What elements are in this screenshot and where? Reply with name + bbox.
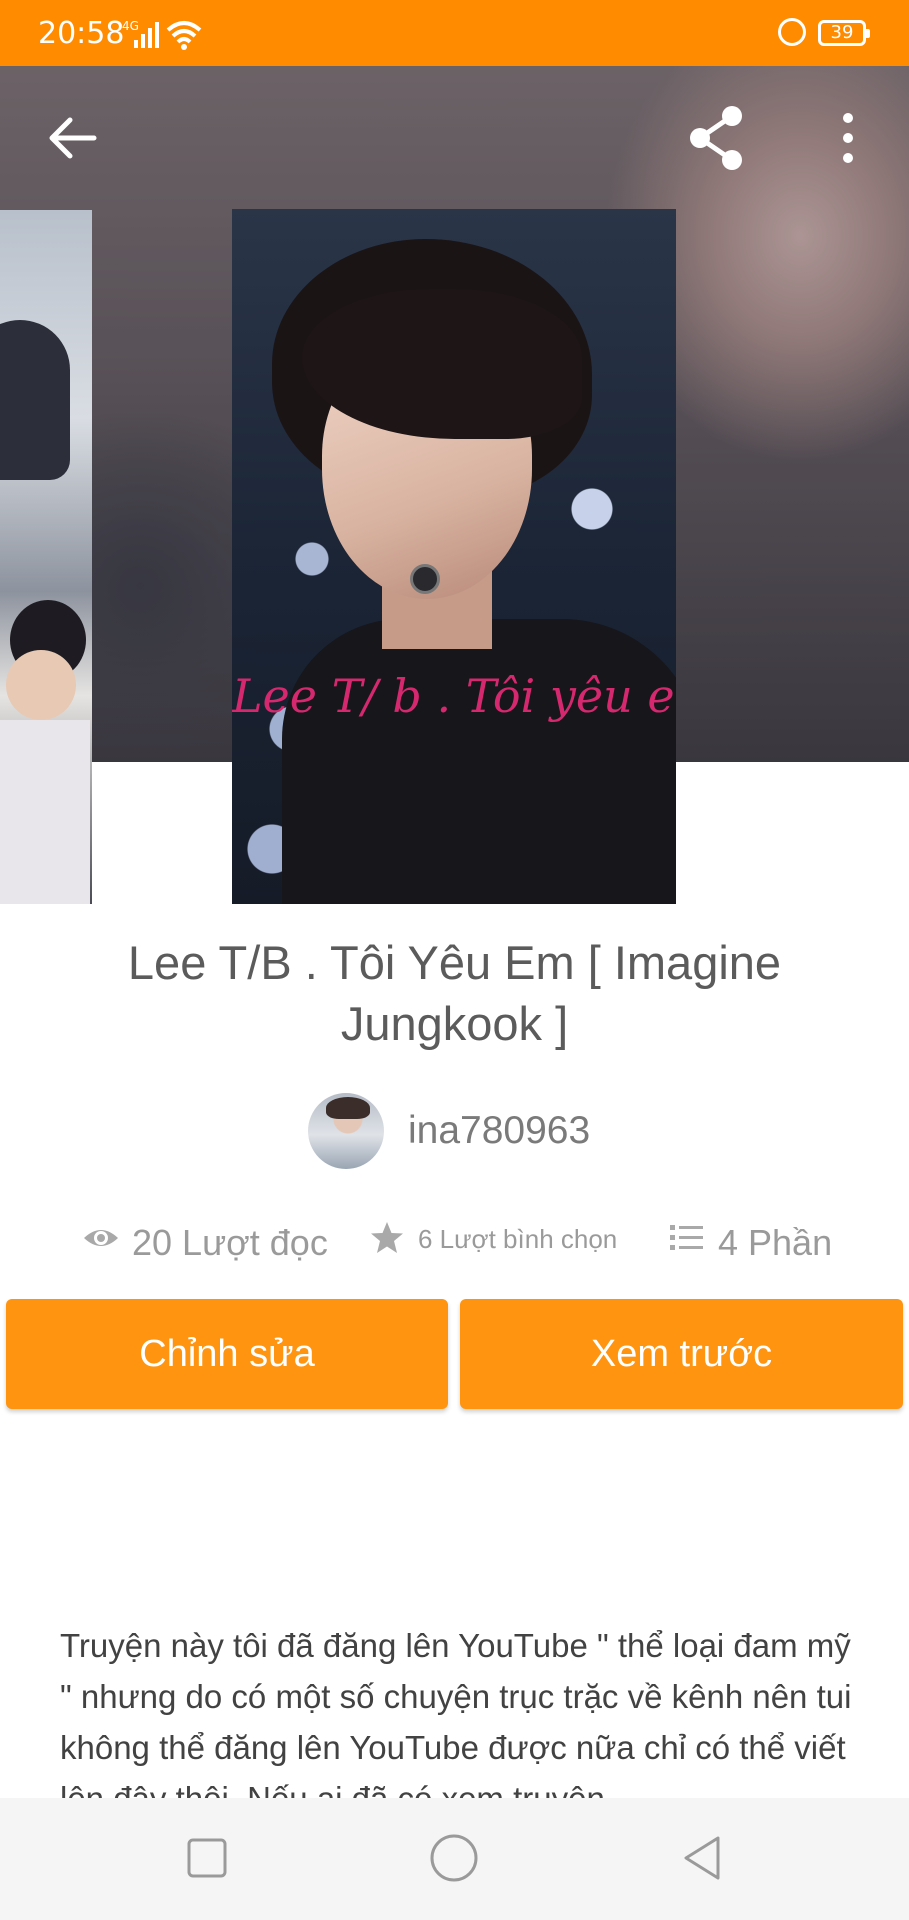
author-row[interactable]: ina780963 — [0, 1093, 909, 1169]
avatar[interactable] — [308, 1093, 384, 1169]
home-icon[interactable] — [424, 1828, 484, 1888]
rotation-lock-icon — [778, 18, 806, 46]
recent-apps-icon[interactable] — [177, 1828, 237, 1888]
system-nav-bar — [0, 1798, 909, 1920]
cover-title-text: Lee T/ b . Tôi yêu em — [232, 669, 676, 723]
parts-count: 4 Phần — [718, 1222, 833, 1263]
story-title: Lee T/B . Tôi Yêu Em [ Imagine Jungkook … — [127, 936, 782, 1050]
share-icon[interactable] — [680, 102, 752, 174]
more-vertical-icon[interactable] — [812, 102, 884, 174]
story-stats: 20 Lượt đọc 6 Lượt bình chọn 4 Phần — [0, 1210, 909, 1266]
eye-icon — [84, 1230, 118, 1246]
star-icon — [371, 1222, 403, 1253]
status-bar: 20:58 4G 39 — [0, 0, 909, 66]
previous-cover[interactable] — [0, 210, 92, 904]
back-triangle-icon[interactable] — [672, 1828, 732, 1888]
network-type: 4G — [122, 19, 139, 33]
edit-button[interactable]: Chỉnh sửa — [6, 1299, 448, 1409]
list-icon — [670, 1225, 703, 1250]
votes-count: 6 Lượt bình chọn — [418, 1224, 618, 1254]
story-description: Truyện này tôi đã đăng lên YouTube " thể… — [60, 1627, 852, 1817]
status-time: 20:58 — [38, 16, 125, 51]
battery-icon: 39 — [818, 20, 870, 46]
battery-level: 39 — [830, 22, 854, 43]
reads-count: 20 Lượt đọc — [132, 1222, 328, 1263]
story-cover[interactable]: Lee T/ b . Tôi yêu em — [232, 209, 676, 904]
author-name[interactable]: ina780963 — [408, 1109, 590, 1153]
signal-wifi-icon: 4G — [122, 19, 202, 50]
arrow-left-icon[interactable] — [36, 102, 108, 174]
preview-button[interactable]: Xem trước — [460, 1299, 903, 1409]
